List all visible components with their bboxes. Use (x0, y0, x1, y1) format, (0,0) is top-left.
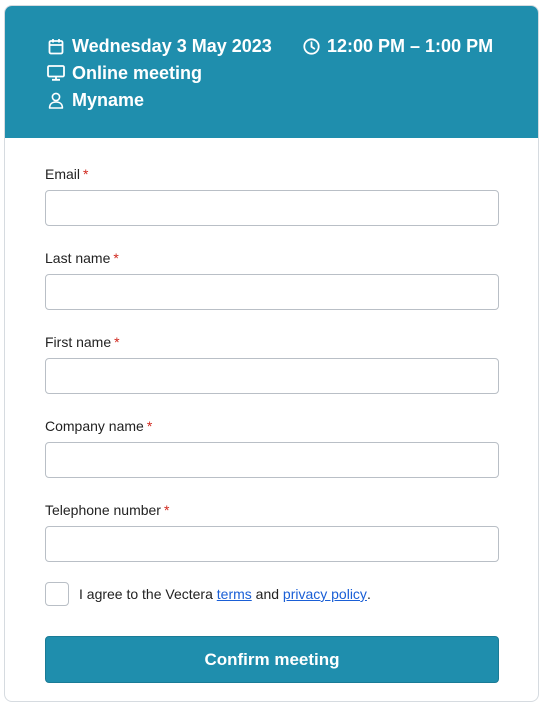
monitor-icon (46, 63, 66, 83)
company-name-field-group: Company name * (45, 416, 499, 478)
email-field-group: Email * (45, 164, 499, 226)
first-name-field-group: First name * (45, 332, 499, 394)
company-name-label: Company name * (45, 418, 153, 434)
telephone-field-group: Telephone number * (45, 500, 499, 562)
agree-prefix-text: I agree to the Vectera (79, 586, 213, 602)
last-name-field-group: Last name * (45, 248, 499, 310)
required-asterisk: * (83, 166, 89, 182)
first-name-label: First name * (45, 334, 120, 350)
terms-agreement: I agree to the Vectera terms and privacy… (45, 582, 371, 606)
telephone-label: Telephone number * (45, 502, 170, 518)
user-icon (46, 90, 66, 110)
meeting-time: 12:00 PM – 1:00 PM (301, 33, 493, 59)
email-input[interactable] (45, 190, 499, 226)
company-name-input[interactable] (45, 442, 499, 478)
first-name-input[interactable] (45, 358, 499, 394)
meeting-date-text: Wednesday 3 May 2023 (72, 35, 272, 56)
meeting-time-text: 12:00 PM – 1:00 PM (327, 35, 494, 56)
terms-link[interactable]: terms (217, 586, 252, 602)
meeting-summary-header: Wednesday 3 May 2023 12:00 PM – 1:00 PM … (5, 6, 538, 138)
terms-checkbox[interactable] (45, 582, 69, 606)
last-name-input[interactable] (45, 274, 499, 310)
meeting-host-text: Myname (72, 89, 145, 110)
last-name-label: Last name * (45, 250, 119, 266)
agree-suffix-text: . (366, 586, 371, 602)
required-asterisk: * (114, 334, 120, 350)
email-label: Email * (45, 166, 89, 182)
telephone-input[interactable] (45, 526, 499, 562)
meeting-host: Myname (46, 87, 144, 113)
required-asterisk: * (146, 418, 153, 434)
required-asterisk: * (163, 502, 170, 518)
privacy-policy-link[interactable]: privacy policy (283, 586, 367, 602)
confirm-meeting-button[interactable]: Confirm meeting (45, 636, 499, 683)
required-asterisk: * (113, 250, 119, 266)
calendar-icon (46, 36, 66, 56)
meeting-date: Wednesday 3 May 2023 (46, 33, 272, 59)
clock-icon (301, 36, 321, 56)
meeting-location: Online meeting (46, 60, 202, 86)
agree-middle-text: and (255, 586, 280, 602)
meeting-location-text: Online meeting (72, 62, 203, 83)
booking-card: Wednesday 3 May 2023 12:00 PM – 1:00 PM … (4, 5, 539, 702)
